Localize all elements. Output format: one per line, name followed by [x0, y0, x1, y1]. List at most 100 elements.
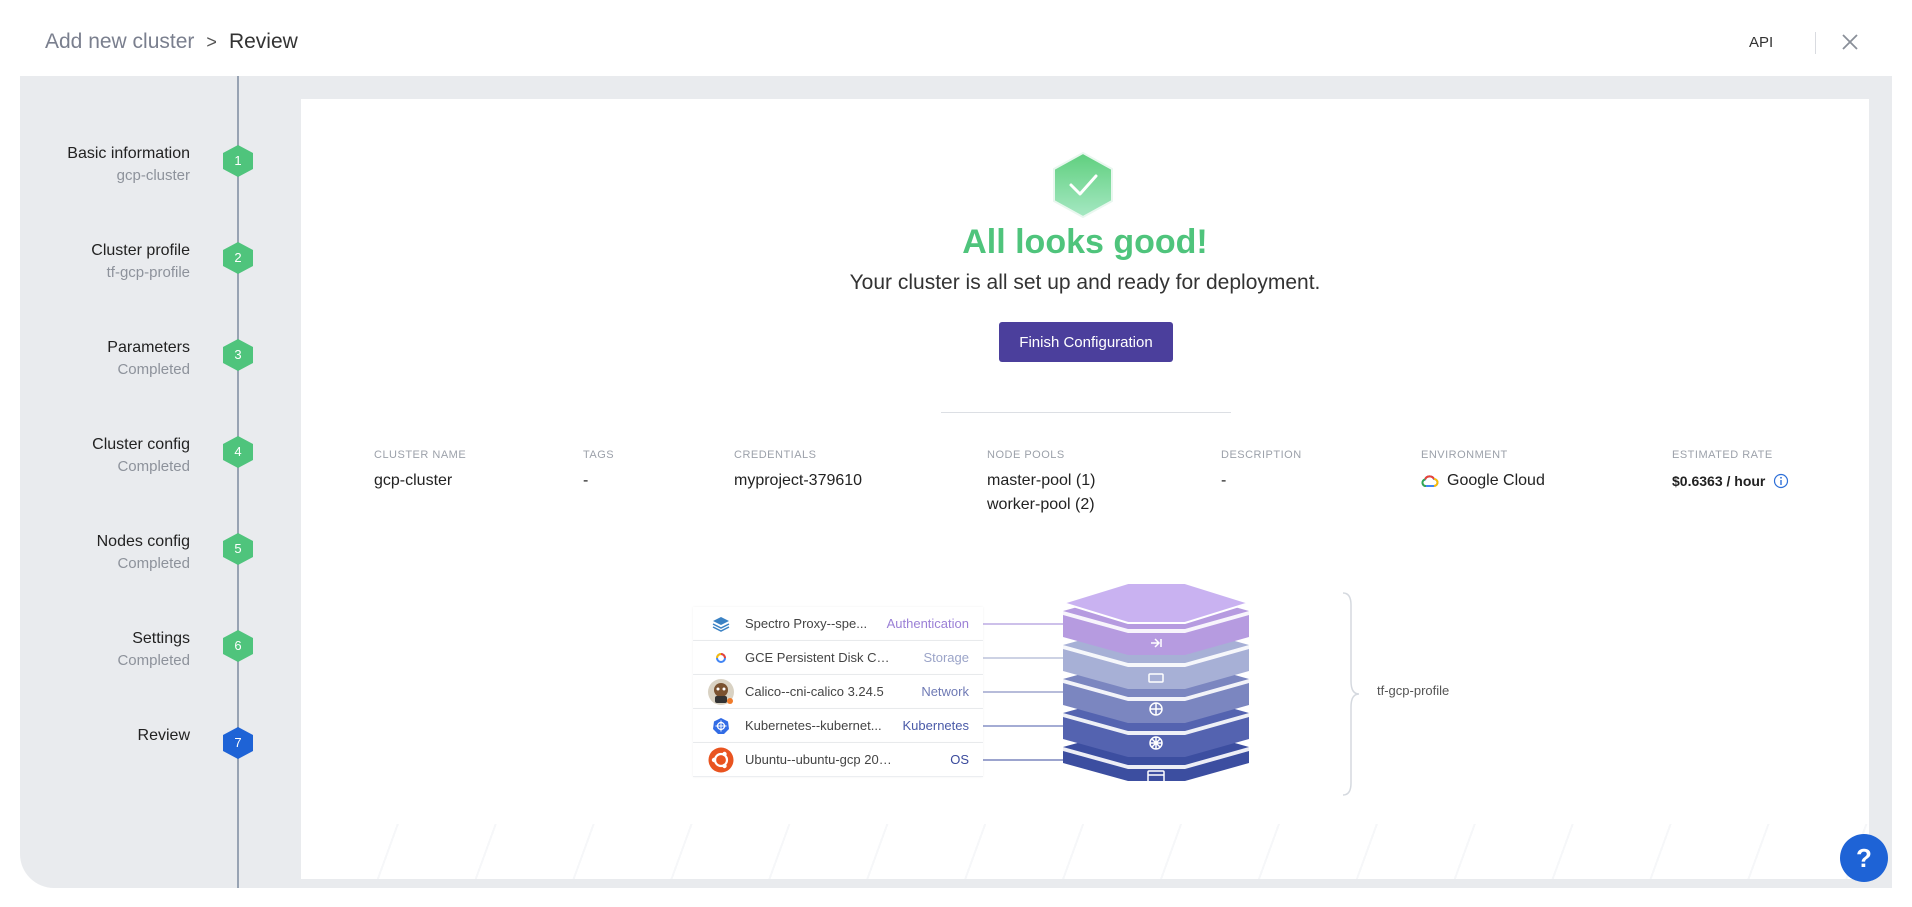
step-number: 3	[234, 347, 242, 362]
breadcrumb: Add new cluster > Review	[45, 30, 298, 54]
summary-label: ESTIMATED RATE	[1672, 449, 1773, 461]
page-header: Add new cluster > Review API	[0, 0, 1912, 76]
summary-label: DESCRIPTION	[1221, 449, 1302, 461]
summary-environment: ENVIRONMENT Google Cloud	[1421, 449, 1545, 493]
summary-label: NODE POOLS	[987, 449, 1065, 461]
layer-os[interactable]: Ubuntu--ubuntu-gcp 20.04 OS	[693, 743, 983, 777]
card-decoration	[301, 824, 1869, 879]
divider	[941, 412, 1231, 413]
info-icon[interactable]	[1773, 473, 1789, 489]
step-review[interactable]: Review	[20, 725, 190, 747]
step-title: Cluster config	[92, 436, 190, 453]
step-badge-2: 2	[222, 241, 254, 275]
summary-label: CREDENTIALS	[734, 449, 817, 461]
gce-disk-icon	[707, 644, 735, 672]
api-button[interactable]: API	[1749, 34, 1773, 51]
step-number: 4	[234, 444, 242, 459]
close-icon[interactable]	[1838, 30, 1862, 54]
layer-name: Spectro Proxy--spe...	[745, 616, 868, 631]
layer-name: Calico--cni-calico 3.24.5	[745, 684, 884, 699]
finish-configuration-button[interactable]: Finish Configuration	[999, 322, 1173, 362]
layer-network[interactable]: Calico--cni-calico 3.24.5 Network	[693, 675, 983, 709]
summary-value: -	[1221, 472, 1227, 489]
spectro-proxy-icon	[707, 610, 735, 638]
step-title: Cluster profile	[91, 242, 190, 259]
layer-kubernetes[interactable]: Kubernetes--kubernet... Kubernetes	[693, 709, 983, 743]
breadcrumb-parent[interactable]: Add new cluster	[45, 30, 194, 54]
layer-name: Ubuntu--ubuntu-gcp 20.04	[745, 752, 895, 767]
review-card: All looks good! Your cluster is all set …	[301, 99, 1869, 879]
layer-authentication[interactable]: Spectro Proxy--spe... Authentication	[693, 607, 983, 641]
summary-description: DESCRIPTION -	[1221, 449, 1302, 493]
success-subtitle: Your cluster is all set up and ready for…	[849, 271, 1321, 294]
profile-name-label: tf-gcp-profile	[1377, 683, 1450, 698]
layer-type: OS	[950, 752, 969, 767]
step-number: 1	[234, 153, 242, 168]
layer-type: Authentication	[886, 616, 969, 631]
step-badge-7: 7	[222, 726, 254, 760]
node-pool-worker[interactable]: worker-pool (2)	[987, 493, 1095, 517]
step-subtitle: gcp-cluster	[116, 167, 190, 184]
step-title: Basic information	[67, 145, 190, 162]
breadcrumb-separator: >	[206, 31, 217, 52]
step-title: Review	[137, 727, 190, 744]
step-subtitle: Completed	[117, 458, 190, 475]
summary-estimated-rate: ESTIMATED RATE $0.6363 / hour	[1672, 449, 1789, 493]
step-cluster-profile[interactable]: Cluster profile tf-gcp-profile	[20, 240, 190, 284]
step-badge-4: 4	[222, 435, 254, 469]
layer-type: Storage	[923, 650, 969, 665]
help-button[interactable]: ?	[1840, 834, 1888, 882]
step-cluster-config[interactable]: Cluster config Completed	[20, 434, 190, 478]
summary-value: myproject-379610	[734, 472, 863, 489]
summary-value: Google Cloud	[1447, 472, 1545, 489]
node-pool-master[interactable]: master-pool (1)	[987, 469, 1095, 493]
summary-label: ENVIRONMENT	[1421, 449, 1508, 461]
summary-credentials: CREDENTIALS myproject-379610	[734, 449, 862, 493]
success-title: All looks good!	[962, 223, 1208, 261]
step-subtitle: Completed	[117, 652, 190, 669]
step-number: 6	[234, 638, 242, 653]
kubernetes-icon	[707, 712, 735, 740]
breadcrumb-current: Review	[228, 30, 298, 53]
calico-icon	[707, 678, 735, 706]
profile-brace	[1342, 592, 1360, 796]
layer-type: Network	[921, 684, 969, 699]
header-divider	[1815, 32, 1816, 54]
profile-stack-illustration	[983, 582, 1253, 784]
step-title: Parameters	[107, 339, 190, 356]
success-check-icon	[1053, 151, 1113, 219]
profile-layers-list: Spectro Proxy--spe... Authentication GCE…	[693, 607, 983, 777]
summary-tags: TAGS -	[583, 449, 614, 493]
summary-value: -	[583, 472, 589, 489]
step-subtitle: Completed	[117, 361, 190, 378]
step-subtitle: tf-gcp-profile	[106, 264, 190, 281]
summary-node-pools: NODE POOLS master-pool (1) worker-pool (…	[987, 449, 1095, 517]
summary-label: CLUSTER NAME	[374, 449, 467, 461]
step-badge-3: 3	[222, 338, 254, 372]
step-badge-1: 1	[222, 144, 254, 178]
step-badge-6: 6	[222, 629, 254, 663]
step-title: Nodes config	[96, 533, 190, 550]
step-number: 7	[234, 735, 242, 750]
summary-label: TAGS	[583, 449, 615, 461]
step-basic-information[interactable]: Basic information gcp-cluster	[20, 143, 190, 187]
google-cloud-icon	[1421, 475, 1439, 487]
summary-value: $0.6363 / hour	[1672, 473, 1766, 489]
layer-type: Kubernetes	[902, 718, 970, 733]
layer-storage[interactable]: GCE Persistent Disk CSI--cs... Storage	[693, 641, 983, 675]
step-parameters[interactable]: Parameters Completed	[20, 337, 190, 381]
step-badge-5: 5	[222, 532, 254, 566]
layer-name: GCE Persistent Disk CSI--cs...	[745, 650, 895, 665]
step-number: 2	[234, 250, 242, 265]
stepper-track	[237, 76, 239, 888]
step-subtitle: Completed	[117, 555, 190, 572]
summary-cluster-name: CLUSTER NAME gcp-cluster	[374, 449, 466, 493]
ubuntu-icon	[707, 746, 735, 774]
step-number: 5	[234, 541, 242, 556]
layer-name: Kubernetes--kubernet...	[745, 718, 882, 733]
step-settings[interactable]: Settings Completed	[20, 628, 190, 672]
step-nodes-config[interactable]: Nodes config Completed	[20, 531, 190, 575]
environment-value: Google Cloud	[1421, 469, 1545, 493]
step-title: Settings	[132, 630, 190, 647]
summary-value: gcp-cluster	[374, 472, 453, 489]
